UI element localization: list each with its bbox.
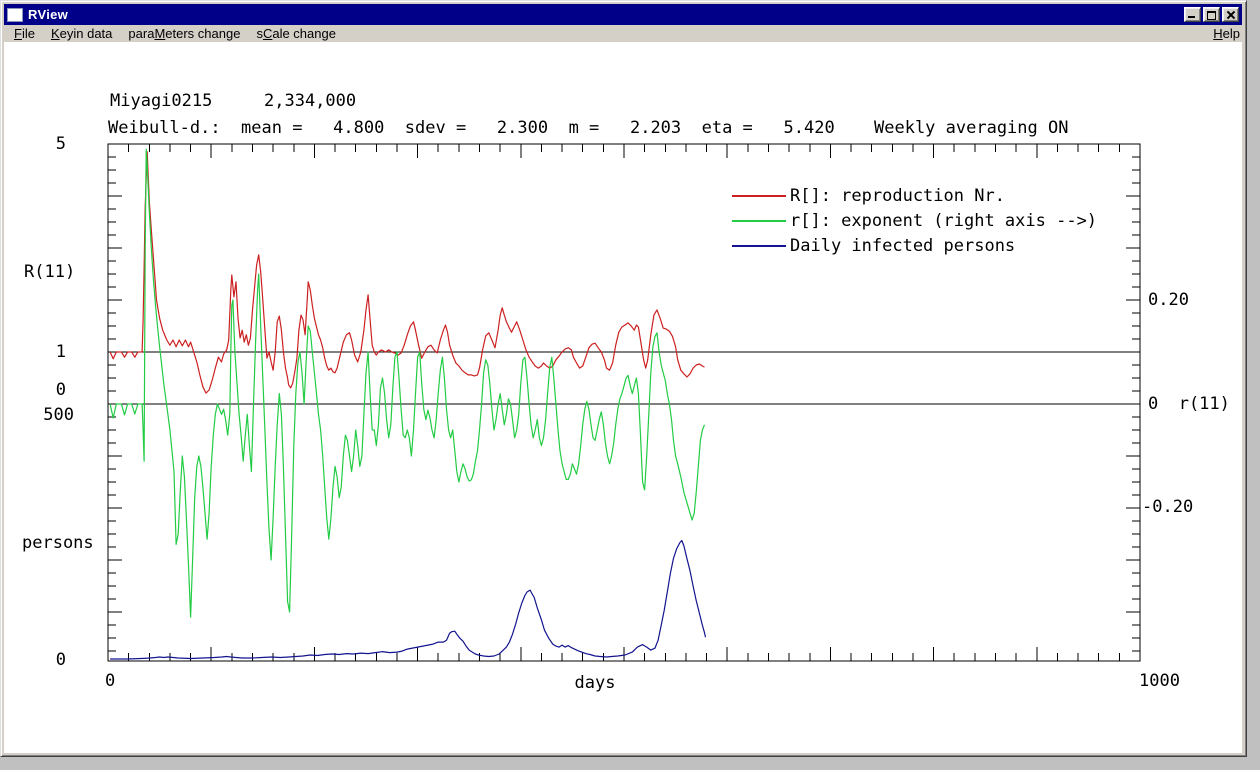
menu-bar: File Keyin data paraMeters change sCale cha… <box>4 25 1242 42</box>
minimize-button[interactable] <box>1184 7 1201 22</box>
left-axis-tick-0: 0 <box>55 380 66 400</box>
x-axis-tick-0: 0 <box>105 671 116 691</box>
app-window: RView File Keyin data paraMeters change sCa… <box>0 0 1260 770</box>
window-controls <box>1184 7 1242 22</box>
window-title: RView <box>28 7 69 22</box>
right-axis-tick-020: 0.20 <box>1148 290 1189 310</box>
maximize-button[interactable] <box>1203 7 1220 22</box>
menu-item-parameters-change[interactable]: paraMeters change <box>120 26 248 41</box>
menu-item-file[interactable]: File <box>6 26 43 41</box>
right-axis-tick-neg020: -0.20 <box>1142 497 1194 517</box>
menu-item-scale-change[interactable]: sCale change <box>248 26 344 41</box>
legend-line-green-icon <box>732 220 786 222</box>
left-axis-tick-5: 5 <box>55 134 66 154</box>
left-axis-label-R11: R(11) <box>24 262 76 282</box>
menu-help-slot: Help <box>1203 25 1248 42</box>
persons-axis-tick-500: 500 <box>43 405 74 425</box>
chart-canvas <box>4 42 1242 753</box>
app-icon <box>7 7 23 22</box>
legend-label-reproduction: R[]: reproduction Nr. <box>790 186 1005 206</box>
close-button[interactable] <box>1222 7 1239 22</box>
legend-label-daily-infected: Daily infected persons <box>790 236 1016 256</box>
persons-axis-label: persons <box>22 533 94 553</box>
distribution-params: Weibull-d.: mean = 4.800 sdev = 2.300 m … <box>108 118 835 138</box>
legend-label-exponent: r[]: exponent (right axis -->) <box>790 211 1098 231</box>
left-axis-tick-1: 1 <box>55 342 66 362</box>
legend-item-daily-infected: Daily infected persons <box>732 236 1015 256</box>
right-axis-label-r11: 0 r(11) <box>1148 394 1230 414</box>
persons-axis-tick-0: 0 <box>55 650 66 670</box>
x-axis-label: days <box>574 673 616 693</box>
legend-line-red-icon <box>732 195 786 197</box>
maximize-icon <box>1207 11 1216 20</box>
close-icon <box>1223 8 1238 21</box>
menu-item-help[interactable]: Help <box>1205 26 1248 41</box>
legend-line-blue-icon <box>732 245 786 247</box>
dataset-name: Miyagi0215 <box>110 91 213 111</box>
minimize-icon <box>1188 16 1195 18</box>
legend-item-reproduction: R[]: reproduction Nr. <box>732 186 1005 206</box>
population-value: 2,334,000 <box>264 91 357 111</box>
x-axis-tick-1000: 1000 <box>1139 671 1180 691</box>
menu-item-keyin-data[interactable]: Keyin data <box>43 26 120 41</box>
title-bar: RView <box>4 4 1242 25</box>
weekly-averaging-status: Weekly averaging ON <box>874 118 1069 138</box>
legend-item-exponent: r[]: exponent (right axis -->) <box>732 211 1097 231</box>
